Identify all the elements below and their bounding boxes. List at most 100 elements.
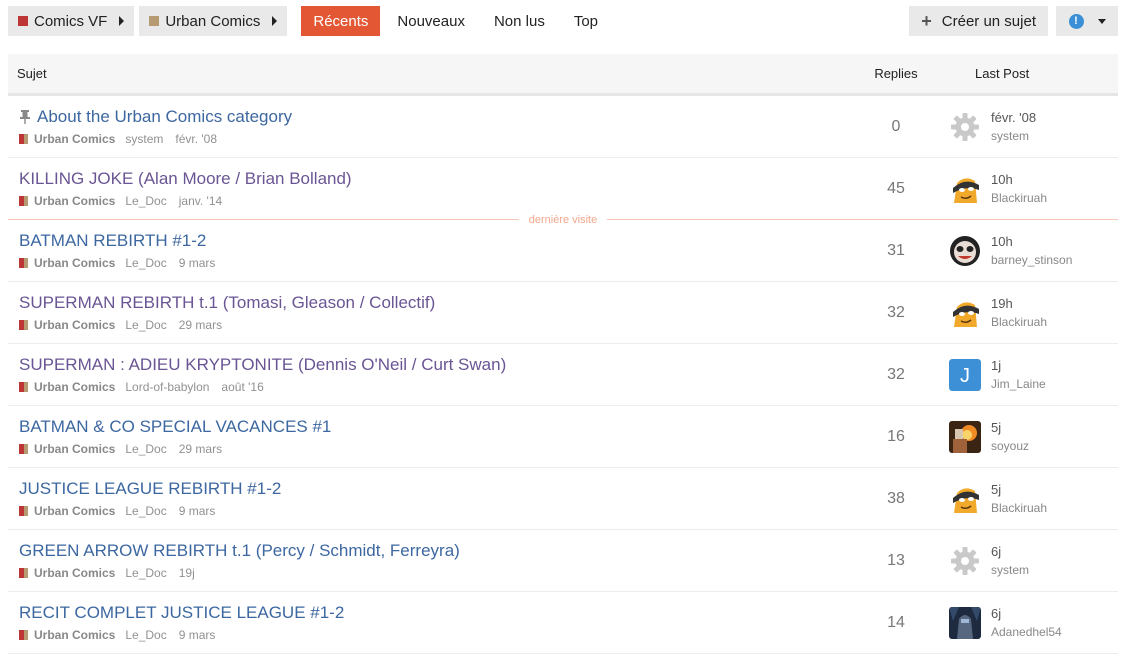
- topic-last-post: 5j Blackiruah: [947, 482, 1118, 515]
- topic-author[interactable]: Le_Doc: [125, 566, 166, 580]
- topic-author[interactable]: Le_Doc: [125, 256, 166, 270]
- category-badge[interactable]: Urban Comics: [19, 566, 115, 580]
- avatar[interactable]: [949, 606, 981, 639]
- avatar[interactable]: [949, 234, 981, 267]
- topic-title-link[interactable]: GREEN ARROW REBIRTH t.1 (Percy / Schmidt…: [19, 541, 856, 561]
- avatar[interactable]: J: [949, 358, 981, 391]
- topic-meta: Urban Comics Le_Doc 9 mars: [19, 628, 856, 642]
- avatar[interactable]: [949, 482, 981, 515]
- last-post-info: 10h barney_stinson: [991, 234, 1072, 267]
- last-post-user[interactable]: Blackiruah: [991, 501, 1047, 515]
- breadcrumb-category[interactable]: Comics VF: [8, 6, 135, 36]
- breadcrumb-subcategory[interactable]: Urban Comics: [139, 6, 288, 36]
- last-post-user[interactable]: Adanedhel54: [991, 625, 1062, 639]
- topic-author[interactable]: Le_Doc: [125, 318, 166, 332]
- subcategory-color-bar: [24, 444, 28, 454]
- column-header-last-post[interactable]: Last Post: [947, 66, 1118, 81]
- topic-replies-count[interactable]: 16: [856, 428, 936, 446]
- last-post-user[interactable]: soyouz: [991, 439, 1029, 453]
- topic-title-link[interactable]: About the Urban Comics category: [19, 107, 856, 127]
- topic-main: BATMAN & CO SPECIAL VACANCES #1 Urban Co…: [8, 417, 856, 456]
- topic-title-link[interactable]: RECIT COMPLET JUSTICE LEAGUE #1-2: [19, 603, 856, 623]
- last-post-time[interactable]: 5j: [991, 482, 1047, 497]
- category-badge-label: Urban Comics: [34, 132, 116, 146]
- topic-title-link[interactable]: KILLING JOKE (Alan Moore / Brian Bolland…: [19, 169, 856, 189]
- topic-author[interactable]: Le_Doc: [125, 628, 166, 642]
- topic-title-link[interactable]: BATMAN REBIRTH #1-2: [19, 231, 856, 251]
- nav-recents[interactable]: Récents: [301, 6, 381, 36]
- topic-row[interactable]: BATMAN & CO SPECIAL VACANCES #1 Urban Co…: [8, 406, 1118, 468]
- topic-title-link[interactable]: BATMAN & CO SPECIAL VACANCES #1: [19, 417, 856, 437]
- topic-created-date: janv. '14: [178, 194, 223, 208]
- avatar[interactable]: [949, 296, 981, 329]
- topic-author[interactable]: Le_Doc: [125, 504, 166, 518]
- notification-level-button[interactable]: !: [1056, 6, 1118, 36]
- topic-created-date: 9 mars: [178, 628, 216, 642]
- topic-replies-count[interactable]: 31: [856, 242, 936, 260]
- avatar[interactable]: [949, 110, 981, 143]
- last-post-time[interactable]: févr. '08: [991, 110, 1036, 125]
- topic-row[interactable]: SUPERMAN REBIRTH t.1 (Tomasi, Gleason / …: [8, 282, 1118, 344]
- topic-replies-count[interactable]: 13: [856, 552, 936, 570]
- avatar[interactable]: [949, 172, 981, 205]
- category-badge-label: Urban Comics: [34, 628, 116, 642]
- last-post-user[interactable]: Blackiruah: [991, 315, 1047, 329]
- create-topic-button[interactable]: + Créer un sujet: [909, 6, 1048, 36]
- topic-row[interactable]: BATMAN REBIRTH #1-2 Urban Comics Le_Doc …: [8, 220, 1118, 282]
- topic-replies-count[interactable]: 45: [856, 180, 936, 198]
- topic-last-post: 19h Blackiruah: [947, 296, 1118, 329]
- topic-title-link[interactable]: JUSTICE LEAGUE REBIRTH #1-2: [19, 479, 856, 499]
- topic-title-link[interactable]: SUPERMAN REBIRTH t.1 (Tomasi, Gleason / …: [19, 293, 856, 313]
- topic-row[interactable]: KILLING JOKE (Alan Moore / Brian Bolland…: [8, 158, 1118, 226]
- last-post-user[interactable]: system: [991, 129, 1036, 143]
- topic-last-post: 10h Blackiruah: [947, 172, 1118, 205]
- category-badge[interactable]: Urban Comics: [19, 380, 115, 394]
- topic-replies-count[interactable]: 38: [856, 490, 936, 508]
- last-post-user[interactable]: Blackiruah: [991, 191, 1047, 205]
- last-post-user[interactable]: Jim_Laine: [991, 377, 1046, 391]
- category-badge[interactable]: Urban Comics: [19, 318, 115, 332]
- topic-title-link[interactable]: SUPERMAN : ADIEU KRYPTONITE (Dennis O'Ne…: [19, 355, 856, 375]
- topic-replies-count[interactable]: 14: [856, 614, 936, 632]
- subcategory-color-bar: [24, 134, 28, 144]
- topic-author[interactable]: Lord-of-babylon: [125, 380, 209, 394]
- topic-author[interactable]: system: [125, 132, 163, 146]
- category-badge-label: Urban Comics: [34, 442, 116, 456]
- category-badge[interactable]: Urban Comics: [19, 442, 115, 456]
- nav-non-lus[interactable]: Non lus: [482, 6, 557, 36]
- category-badge[interactable]: Urban Comics: [19, 628, 115, 642]
- last-post-time[interactable]: 5j: [991, 420, 1029, 435]
- nav-top[interactable]: Top: [562, 6, 610, 36]
- topic-replies-count[interactable]: 32: [856, 366, 936, 384]
- topic-author[interactable]: Le_Doc: [125, 442, 166, 456]
- topic-replies-count[interactable]: 32: [856, 304, 936, 322]
- topic-row[interactable]: About the Urban Comics category Urban Co…: [8, 96, 1118, 158]
- topic-replies-count[interactable]: 0: [856, 118, 936, 136]
- last-post-time[interactable]: 6j: [991, 544, 1029, 559]
- category-badge[interactable]: Urban Comics: [19, 504, 115, 518]
- topic-row[interactable]: GREEN ARROW REBIRTH t.1 (Percy / Schmidt…: [8, 530, 1118, 592]
- category-badge-label: Urban Comics: [34, 256, 116, 270]
- category-badge[interactable]: Urban Comics: [19, 256, 115, 270]
- avatar[interactable]: [949, 420, 981, 453]
- subcategory-color-bar: [24, 568, 28, 578]
- last-post-user[interactable]: barney_stinson: [991, 253, 1072, 267]
- last-post-user[interactable]: system: [991, 563, 1029, 577]
- topic-created-date: 29 mars: [178, 442, 223, 456]
- category-badge[interactable]: Urban Comics: [19, 132, 115, 146]
- nav-nouveaux[interactable]: Nouveaux: [385, 6, 477, 36]
- topic-row[interactable]: JUSTICE LEAGUE REBIRTH #1-2 Urban Comics…: [8, 468, 1118, 530]
- column-header-topic[interactable]: Sujet: [8, 66, 856, 81]
- topic-last-post: 10h barney_stinson: [947, 234, 1118, 267]
- last-post-time[interactable]: 10h: [991, 172, 1047, 187]
- avatar[interactable]: [949, 544, 981, 577]
- last-post-time[interactable]: 6j: [991, 606, 1062, 621]
- topic-row[interactable]: SUPERMAN : ADIEU KRYPTONITE (Dennis O'Ne…: [8, 344, 1118, 406]
- category-badge[interactable]: Urban Comics: [19, 194, 115, 208]
- last-post-time[interactable]: 10h: [991, 234, 1072, 249]
- topic-author[interactable]: Le_Doc: [125, 194, 166, 208]
- topic-row[interactable]: RECIT COMPLET JUSTICE LEAGUE #1-2 Urban …: [8, 592, 1118, 654]
- column-header-replies[interactable]: Replies: [856, 66, 936, 81]
- last-post-time[interactable]: 19h: [991, 296, 1047, 311]
- last-post-time[interactable]: 1j: [991, 358, 1046, 373]
